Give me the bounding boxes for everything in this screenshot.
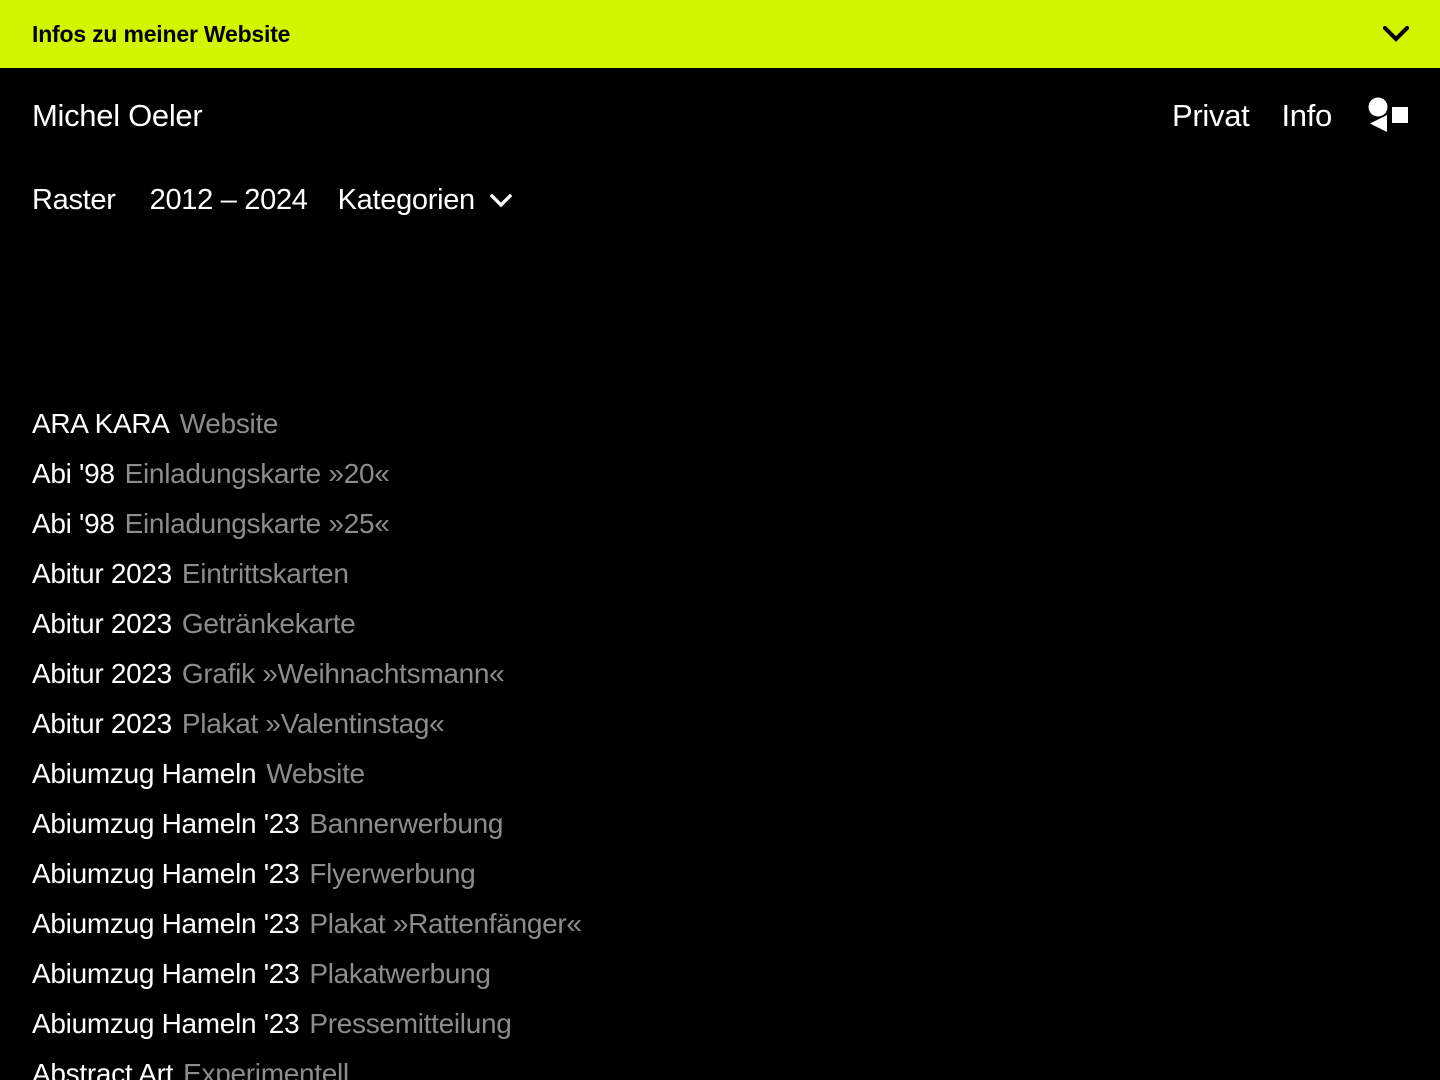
- project-title: Abiumzug Hameln '23: [32, 858, 300, 889]
- project-category: Website: [266, 758, 365, 789]
- chevron-down-icon: [1383, 26, 1409, 42]
- project-title: Abiumzug Hameln '23: [32, 808, 300, 839]
- filter-year-range[interactable]: 2012 – 2024: [150, 186, 308, 215]
- project-category: Website: [179, 408, 279, 439]
- site-brand[interactable]: Michel Oeler: [32, 100, 203, 131]
- filter-categories-dropdown[interactable]: Kategorien: [338, 186, 514, 215]
- project-title: Abiumzug Hameln '23: [32, 958, 300, 989]
- project-category: Bannerwerbung: [309, 808, 504, 839]
- project-list-item[interactable]: Abiumzug Hameln Website: [32, 749, 1412, 799]
- project-list-item[interactable]: Abitur 2023 Plakat »Valentinstag«: [32, 699, 1412, 749]
- project-list-item[interactable]: Abitur 2023 Grafik »Weihnachtsmann«: [32, 649, 1412, 699]
- notice-banner-toggle[interactable]: [1374, 12, 1418, 56]
- filter-categories-label: Kategorien: [337, 184, 476, 216]
- project-list: ARA KARA Website Abi '98 Einladungskarte »…: [32, 399, 1412, 1080]
- project-list-item[interactable]: Abiumzug Hameln '23 Plakat »Rattenfänger«: [32, 899, 1412, 949]
- project-title: ARA KARA: [32, 408, 170, 439]
- project-list-item[interactable]: Abstract Art Experimentell: [32, 1049, 1412, 1080]
- project-title: Abitur 2023: [32, 558, 172, 589]
- project-category: Einladungskarte »25«: [124, 508, 390, 539]
- project-list-item[interactable]: Abiumzug Hameln '23 Pressemitteilung: [32, 999, 1412, 1049]
- notice-banner[interactable]: Infos zu meiner Website: [0, 0, 1440, 68]
- logo-circle-triangle-square-icon: [1367, 97, 1409, 133]
- notice-banner-text: Infos zu meiner Website: [32, 20, 291, 47]
- project-category: Getränkekarte: [181, 608, 356, 639]
- project-title: Abstract Art: [32, 1058, 174, 1080]
- project-list-item[interactable]: Abi '98 Einladungskarte »25«: [32, 499, 1412, 549]
- project-list-item[interactable]: Abiumzug Hameln '23 Bannerwerbung: [32, 799, 1412, 849]
- project-list-item[interactable]: Abiumzug Hameln '23 Flyerwerbung: [32, 849, 1412, 899]
- project-category: Pressemitteilung: [309, 1008, 512, 1039]
- project-category: Eintrittskarten: [181, 558, 349, 589]
- site-header: Michel Oeler Privat Info: [0, 68, 1440, 162]
- header-nav: Privat Info: [1172, 93, 1410, 137]
- project-list-item[interactable]: Abiumzug Hameln '23 Plakatwerbung: [32, 949, 1412, 999]
- project-title: Abi '98: [32, 458, 115, 489]
- nav-link-privat[interactable]: Privat: [1172, 100, 1250, 131]
- project-list-item[interactable]: Abi '98 Einladungskarte »20«: [32, 449, 1412, 499]
- project-category: Plakat »Rattenfänger«: [309, 908, 582, 939]
- project-category: Plakatwerbung: [309, 958, 491, 989]
- project-title: Abitur 2023: [32, 708, 172, 739]
- project-list-item[interactable]: ARA KARA Website: [32, 399, 1412, 449]
- project-category: Flyerwerbung: [309, 858, 476, 889]
- project-category: Grafik »Weihnachtsmann«: [181, 658, 505, 689]
- project-category: Experimentell: [183, 1058, 349, 1080]
- project-title: Abi '98: [32, 508, 115, 539]
- filter-view-mode[interactable]: Raster: [32, 186, 116, 215]
- project-list-item[interactable]: Abitur 2023 Eintrittskarten: [32, 549, 1412, 599]
- chevron-down-icon: [488, 188, 514, 214]
- project-category: Plakat »Valentinstag«: [181, 708, 445, 739]
- project-title: Abiumzug Hameln '23: [32, 1008, 300, 1039]
- project-title: Abitur 2023: [32, 608, 172, 639]
- logo-mark[interactable]: [1366, 93, 1410, 137]
- filter-bar: Raster 2012 – 2024 Kategorien: [32, 186, 514, 215]
- project-title: Abiumzug Hameln '23: [32, 908, 300, 939]
- project-category: Einladungskarte »20«: [124, 458, 390, 489]
- project-title: Abiumzug Hameln: [32, 758, 257, 789]
- project-list-item[interactable]: Abitur 2023 Getränkekarte: [32, 599, 1412, 649]
- project-title: Abitur 2023: [32, 658, 172, 689]
- nav-link-info[interactable]: Info: [1281, 100, 1332, 131]
- page-root: Infos zu meiner Website Michel Oeler Pri…: [0, 0, 1440, 1080]
